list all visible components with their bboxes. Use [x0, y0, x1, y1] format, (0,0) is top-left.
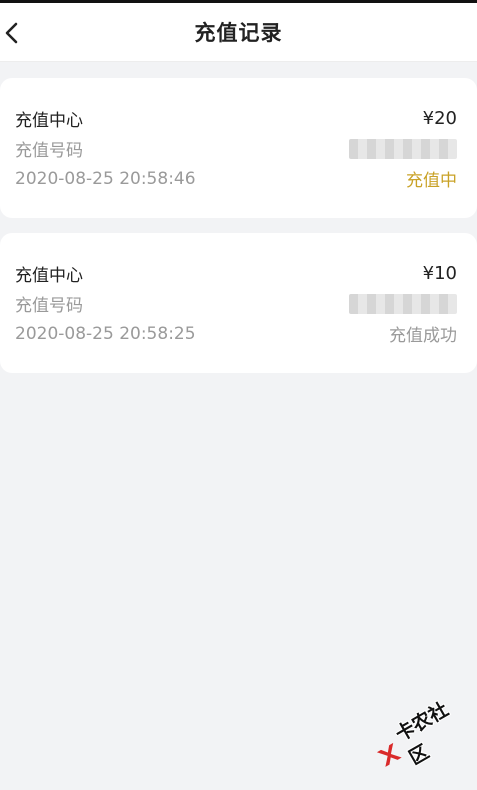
chevron-left-icon [5, 22, 18, 44]
record-amount: ¥20 [422, 108, 457, 129]
record-status: 充值中 [406, 171, 457, 191]
record-time: 2020-08-25 20:58:25 [15, 323, 196, 344]
record-name: 充值中心 [15, 266, 83, 286]
record-amount: ¥10 [422, 263, 457, 284]
record-card[interactable]: 充值中心 ¥20 充值号码 2020-08-25 20:58:46 充值中 [0, 78, 477, 218]
nav-bar: 充值记录 [0, 3, 477, 62]
record-card[interactable]: 充值中心 ¥10 充值号码 2020-08-25 20:58:25 充值成功 [0, 233, 477, 373]
redacted-number [349, 138, 457, 159]
page-title: 充值记录 [194, 21, 283, 45]
record-name: 充值中心 [15, 111, 83, 131]
back-button[interactable] [0, 20, 22, 46]
redacted-number [349, 293, 457, 314]
record-number-label: 充值号码 [15, 296, 83, 316]
watermark: 卡农社区 [364, 685, 477, 787]
record-status: 充值成功 [389, 326, 457, 346]
record-time: 2020-08-25 20:58:46 [15, 168, 196, 189]
record-number-label: 充值号码 [15, 141, 83, 161]
